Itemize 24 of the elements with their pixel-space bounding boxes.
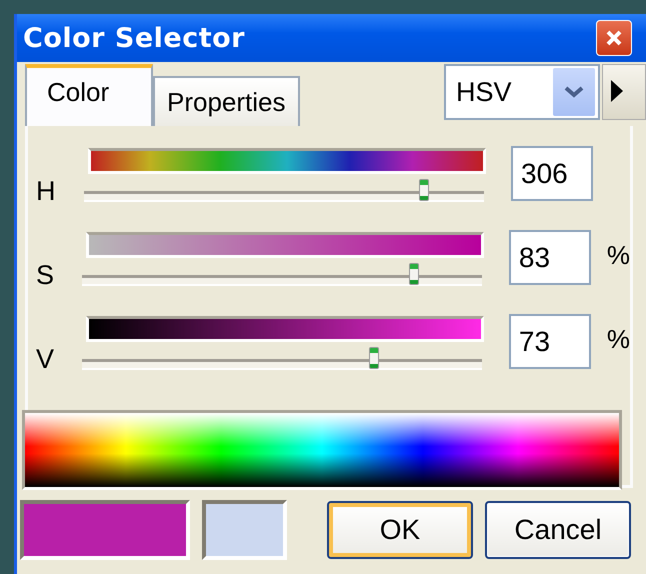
dialog-button[interactable]: Cancel bbox=[485, 501, 631, 559]
channel-label: V bbox=[35, 344, 56, 375]
channel-label: H bbox=[35, 176, 56, 207]
slider-thumb[interactable] bbox=[368, 347, 379, 369]
next-button[interactable] bbox=[602, 64, 646, 120]
mode-dropdown[interactable]: HSV bbox=[444, 64, 600, 120]
tab[interactable]: Color bbox=[25, 64, 153, 126]
dialog-button[interactable]: OK bbox=[327, 501, 473, 559]
value-field[interactable]: 306 bbox=[511, 146, 593, 201]
close-button[interactable] bbox=[596, 20, 632, 56]
channel-label: S bbox=[35, 260, 56, 291]
tab[interactable]: Properties bbox=[153, 76, 300, 126]
unit-label: % bbox=[606, 324, 630, 355]
unit-label: % bbox=[606, 240, 630, 271]
play-arrow-icon bbox=[611, 80, 623, 102]
window-title: Color Selector bbox=[23, 22, 245, 54]
slider-thumb[interactable] bbox=[419, 179, 429, 201]
slider-thumb[interactable] bbox=[408, 263, 419, 285]
value-field[interactable]: 73 bbox=[508, 314, 591, 369]
color-spectrum[interactable] bbox=[22, 410, 622, 490]
dropdown-button[interactable] bbox=[553, 68, 595, 116]
close-icon bbox=[604, 28, 624, 48]
value-field[interactable]: 83 bbox=[508, 230, 591, 285]
chevron-down-icon bbox=[564, 86, 584, 98]
